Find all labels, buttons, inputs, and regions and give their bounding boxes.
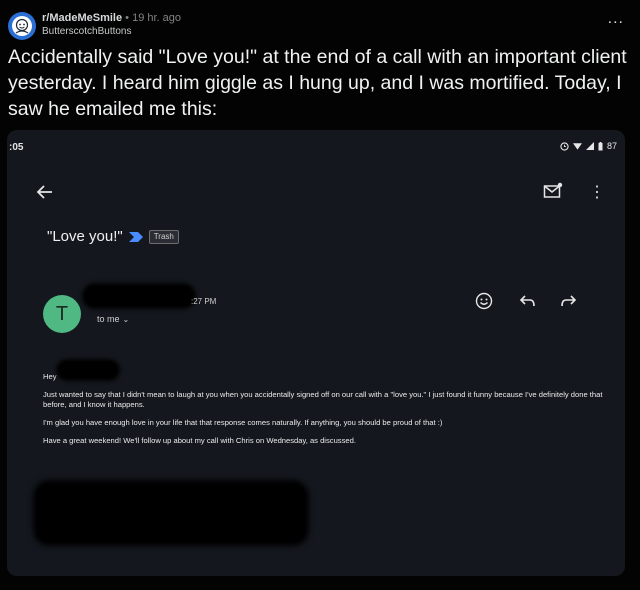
username-link[interactable]: ButterscotchButtons [42, 26, 132, 37]
alarm-icon [560, 141, 569, 151]
redacted-greeting-name [59, 362, 117, 378]
status-time: :05 [9, 142, 24, 153]
email-paragraph-2: I'm glad you have enough love in your li… [43, 418, 443, 427]
meta-separator: • [125, 12, 130, 24]
recipient-label: to me [97, 314, 120, 324]
battery-icon [598, 141, 603, 150]
sender-avatar[interactable]: T [43, 295, 81, 333]
subreddit-avatar-icon[interactable] [8, 12, 36, 40]
importance-marker-icon[interactable] [128, 231, 143, 242]
more-options-button[interactable]: ... [608, 10, 624, 28]
status-icons: 87 [560, 141, 617, 151]
signal-icon [585, 142, 594, 150]
forward-icon[interactable] [559, 294, 577, 308]
email-screenshot: :05 87 ⋮ "Love you!" Trash T :27 PM to m… [7, 130, 625, 576]
email-paragraph-1: Just wanted to say that I didn't mean to… [43, 390, 603, 409]
post-time: 19 hr. ago [132, 12, 182, 24]
battery-percent: 87 [606, 141, 617, 151]
post-meta: r/MadeMeSmile • 19 hr. ago [42, 12, 181, 24]
post-title[interactable]: Accidentally said "Love you!" at the end… [8, 44, 632, 122]
vertical-dots-icon[interactable]: ⋮ [589, 182, 605, 202]
phone-status-bar: :05 87 [7, 136, 625, 156]
reply-icon[interactable] [519, 294, 537, 308]
archive-mail-icon[interactable] [543, 182, 563, 200]
emoji-react-icon[interactable] [475, 292, 493, 310]
chevron-down-icon[interactable]: ⌄ [123, 315, 130, 324]
post-header: r/MadeMeSmile • 19 hr. ago ButterscotchB… [8, 10, 632, 40]
email-subject-row: "Love you!" Trash [47, 228, 179, 245]
email-subject: "Love you!" [47, 228, 123, 245]
arrow-left-icon[interactable] [35, 182, 55, 202]
redacted-sender-name [85, 286, 193, 306]
redacted-signature [37, 484, 305, 542]
recipient-details[interactable]: to me ⌄ [97, 314, 129, 324]
email-greeting: Hey [43, 372, 57, 381]
subreddit-link[interactable]: r/MadeMeSmile [42, 12, 122, 24]
email-paragraph-3: Have a great weekend! We'll follow up ab… [43, 436, 356, 445]
label-chip[interactable]: Trash [148, 229, 179, 244]
message-time: :27 PM [191, 297, 217, 306]
email-body: Hey Just wanted to say that I didn't mea… [43, 372, 603, 454]
wifi-icon [572, 143, 582, 150]
